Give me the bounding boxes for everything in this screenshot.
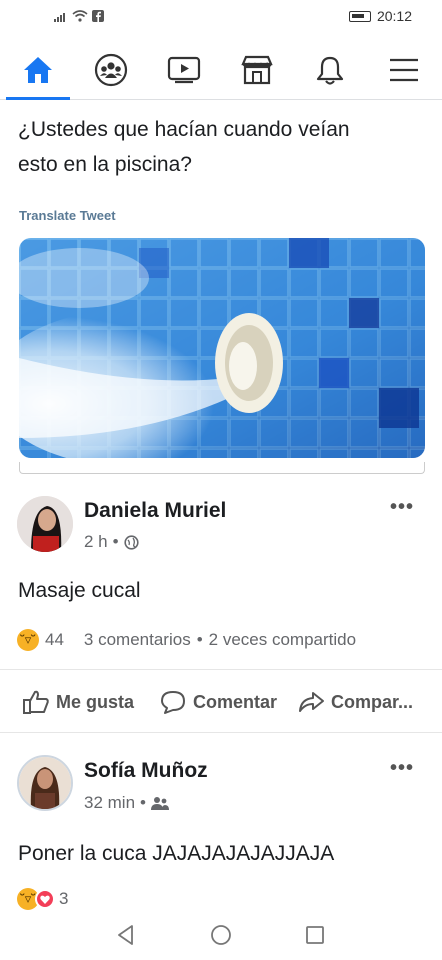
- comment-time: 2 h: [84, 532, 108, 551]
- meta-dot: •: [196, 630, 203, 649]
- action-bar: Me gusta Comentar Compar...: [0, 682, 442, 722]
- post-text: ¿Ustedes que hacían cuando veían esto en…: [18, 112, 428, 182]
- top-navigation: [0, 40, 442, 100]
- avatar-sofia-image: [19, 757, 71, 809]
- post-image[interactable]: [19, 238, 425, 458]
- comments-count-link[interactable]: 3 comentarios: [84, 630, 191, 650]
- more-options-button[interactable]: •••: [390, 496, 414, 519]
- post-text-line-2: esto en la piscina?: [18, 153, 192, 176]
- marketplace-icon: [241, 55, 273, 85]
- recents-square-icon[interactable]: [305, 925, 325, 945]
- wifi-icon: [72, 10, 88, 22]
- reactions-summary: ˘▿˘ 44 3 comentarios • 2 veces compartid…: [17, 626, 427, 654]
- signal-icon: [54, 13, 65, 22]
- groups-icon: [94, 53, 128, 87]
- pool-jet-image: [19, 238, 425, 458]
- divider: [0, 732, 442, 733]
- nav-watch-tab[interactable]: [156, 44, 212, 96]
- share-button[interactable]: Compar...: [297, 689, 413, 715]
- battery-icon: [348, 10, 371, 22]
- embedded-card-bottom: [19, 462, 425, 474]
- friends-icon: [150, 797, 169, 810]
- comment-meta: 2 h •: [84, 532, 139, 552]
- comment-label: Comentar: [193, 691, 278, 712]
- watch-video-icon: [167, 56, 201, 84]
- system-navigation-bar: [0, 912, 442, 960]
- active-tab-indicator: [6, 97, 70, 100]
- back-icon[interactable]: [116, 924, 136, 946]
- thumbs-up-icon: [23, 690, 49, 714]
- status-time: 20:12: [376, 8, 412, 24]
- more-options-button[interactable]: •••: [390, 757, 414, 780]
- like-label: Me gusta: [56, 691, 135, 712]
- divider: [0, 669, 442, 670]
- nav-marketplace-tab[interactable]: [229, 44, 285, 96]
- comment-author-name[interactable]: Sofía Muñoz: [84, 759, 208, 783]
- like-button[interactable]: Me gusta: [22, 689, 134, 715]
- nav-home-tab[interactable]: [10, 44, 66, 96]
- status-bar: 20:12: [0, 0, 442, 36]
- love-reaction-icon: [35, 889, 55, 909]
- comment-text: Poner la cuca JAJAJAJAJAJJAJA: [18, 842, 335, 865]
- reaction-count[interactable]: 44: [45, 630, 64, 650]
- reactions-summary: ˘▿˘ 3: [17, 888, 68, 910]
- status-icons-left: [54, 10, 104, 22]
- speech-bubble-icon: [161, 691, 185, 714]
- comment-text: Masaje cucal: [18, 579, 141, 602]
- avatar[interactable]: [17, 755, 73, 811]
- comment-button[interactable]: Comentar: [159, 689, 277, 715]
- home-circle-icon[interactable]: [210, 924, 232, 946]
- meta-dot: •: [112, 532, 119, 551]
- share-arrow-icon: [299, 692, 324, 712]
- globe-icon: [123, 534, 139, 550]
- comment-meta: 32 min •: [84, 793, 169, 813]
- home-icon: [24, 57, 52, 83]
- comment-time: 32 min: [84, 793, 136, 812]
- nav-notifications-tab[interactable]: [302, 44, 358, 96]
- translate-tweet-link[interactable]: Translate Tweet: [19, 208, 116, 223]
- post-text-line-1: ¿Ustedes que hacían cuando veían: [18, 118, 350, 141]
- comment-author-name[interactable]: Daniela Muriel: [84, 499, 226, 523]
- avatar[interactable]: [17, 496, 73, 552]
- facebook-notification-icon: [92, 10, 104, 22]
- hamburger-menu-icon: [390, 58, 418, 82]
- meta-dot: •: [140, 793, 146, 812]
- avatar-daniela-image: [17, 496, 73, 552]
- bell-icon: [316, 56, 344, 85]
- share-label: Compar...: [331, 691, 414, 712]
- reaction-count[interactable]: 3: [59, 889, 68, 909]
- shares-count-link[interactable]: 2 veces compartido: [209, 630, 356, 650]
- nav-menu-tab[interactable]: [376, 44, 432, 96]
- haha-reaction-icon: ˘▿˘: [17, 629, 39, 651]
- nav-groups-tab[interactable]: [83, 44, 139, 96]
